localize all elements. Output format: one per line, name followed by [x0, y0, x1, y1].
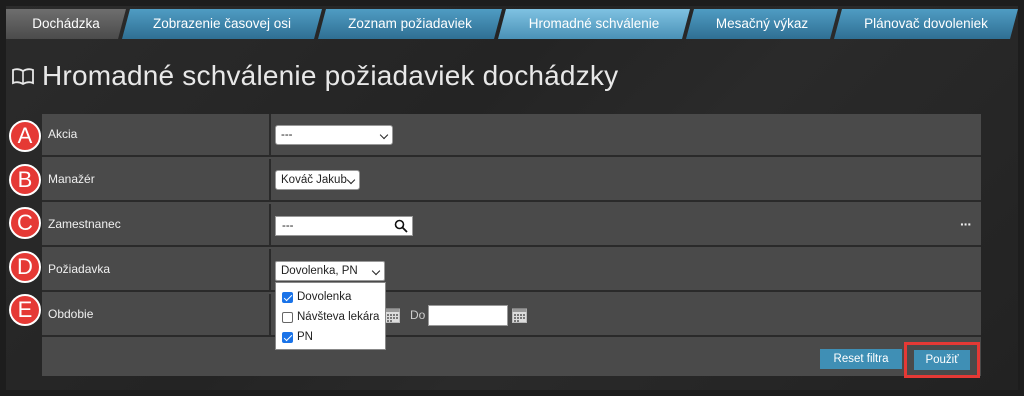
- chevron-down-icon: [379, 130, 389, 140]
- tab-zobrazenie-casovej-osi[interactable]: Zobrazenie časovej osi: [122, 9, 322, 39]
- poziadavka-label: Požiadavka: [48, 262, 111, 276]
- manazer-select-value: Kováč Jakub: [281, 174, 347, 186]
- option-label: Návšteva lekára: [297, 311, 380, 323]
- zamestnanec-label: Zamestnanec: [48, 217, 121, 231]
- step-badge-e: E: [9, 294, 41, 326]
- date-to-input[interactable]: [428, 305, 508, 326]
- apply-button[interactable]: Použiť: [914, 350, 970, 370]
- tab-dochadzka[interactable]: Dochádzka: [6, 9, 126, 39]
- calendar-icon[interactable]: [385, 307, 400, 323]
- checkbox-checked-icon[interactable]: [282, 331, 293, 343]
- row-obdobie: Obdobie Do: [42, 294, 981, 337]
- poziadavka-dropdown-list: Dovolenka Návšteva lekára PN: [275, 282, 386, 350]
- option-navsteva-lekara[interactable]: Návšteva lekára: [282, 309, 379, 325]
- tab-hromadne-schvalenie[interactable]: Hromadné schválenie: [498, 9, 690, 39]
- calendar-icon[interactable]: [512, 307, 527, 323]
- tab-bar: Dochádzka Zobrazenie časovej osi Zoznam …: [6, 6, 1018, 38]
- tab-zoznam-poziadaviek[interactable]: Zoznam požiadaviek: [318, 9, 502, 39]
- option-label: Dovolenka: [297, 291, 352, 303]
- option-dovolenka[interactable]: Dovolenka: [282, 289, 351, 305]
- row-poziadavka: Požiadavka Dovolenka, PN: [42, 249, 981, 292]
- row-manazer: Manažér Kováč Jakub: [42, 159, 981, 202]
- chevron-down-icon: [371, 266, 381, 276]
- tab-mesacny-vykaz[interactable]: Mesačný výkaz: [686, 9, 838, 39]
- app-frame: Dochádzka Zobrazenie časovej osi Zoznam …: [6, 6, 1018, 390]
- zamestnanec-value: ---: [282, 220, 294, 232]
- do-label: Do: [410, 308, 426, 322]
- row-zamestnanec: Zamestnanec --- ···: [42, 204, 981, 247]
- akcia-select-value: ---: [281, 129, 293, 141]
- action-row: Reset filtra Použiť: [42, 333, 981, 378]
- poziadavka-select-value: Dovolenka, PN: [281, 265, 358, 277]
- akcia-select[interactable]: ---: [275, 125, 393, 145]
- zamestnanec-search-input[interactable]: ---: [275, 216, 413, 236]
- page-title: Hromadné schválenie požiadaviek dochádzk…: [42, 60, 619, 91]
- divider: [269, 114, 271, 157]
- page-header: Hromadné schválenie požiadaviek dochádzk…: [12, 56, 618, 96]
- option-label: PN: [297, 331, 313, 343]
- reset-filter-button[interactable]: Reset filtra: [820, 349, 902, 369]
- book-icon: [12, 68, 34, 85]
- option-pn[interactable]: PN: [282, 329, 313, 345]
- manazer-select[interactable]: Kováč Jakub: [275, 170, 360, 190]
- step-badge-d: D: [9, 251, 41, 283]
- divider: [269, 159, 271, 202]
- search-icon[interactable]: [394, 219, 408, 233]
- divider: [269, 204, 271, 247]
- row-akcia: Akcia ---: [42, 114, 981, 157]
- more-options-icon[interactable]: ···: [960, 216, 972, 232]
- obdobie-label: Obdobie: [48, 307, 94, 321]
- chevron-down-icon: [346, 175, 356, 185]
- manazer-label: Manažér: [48, 172, 95, 186]
- poziadavka-select[interactable]: Dovolenka, PN: [275, 261, 385, 281]
- filter-panel: Akcia --- Manažér Kováč Jakub Zamestnane…: [42, 114, 981, 378]
- checkbox-unchecked-icon[interactable]: [282, 311, 293, 323]
- divider: [269, 294, 271, 337]
- tab-planovac-dovoleniek[interactable]: Plánovač dovoleniek: [834, 9, 1018, 39]
- checkbox-checked-icon[interactable]: [282, 291, 293, 303]
- step-badge-c: C: [9, 207, 41, 239]
- apply-button-highlight: Použiť: [904, 342, 980, 378]
- step-badge-a: A: [9, 120, 41, 152]
- divider: [269, 249, 271, 292]
- akcia-label: Akcia: [48, 127, 78, 141]
- step-badge-b: B: [9, 164, 41, 196]
